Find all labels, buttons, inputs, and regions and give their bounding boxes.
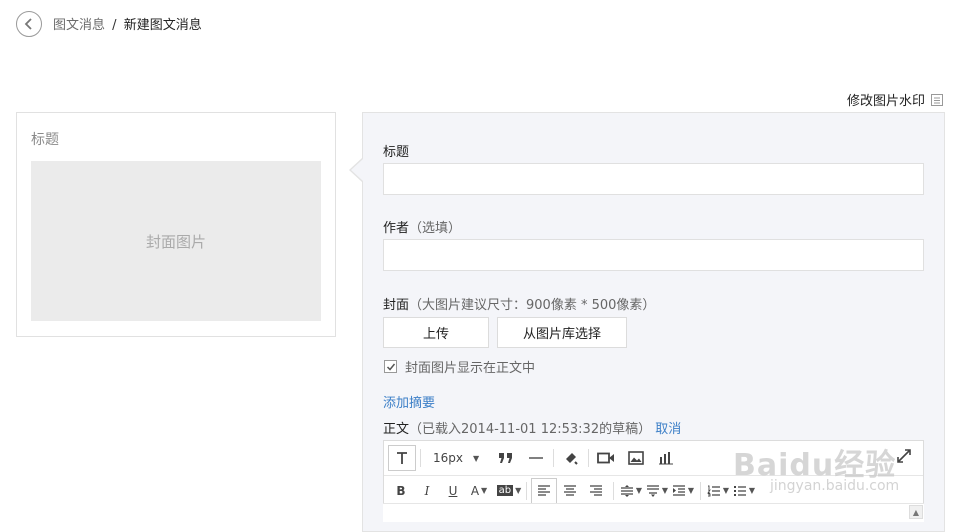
cancel-draft-link[interactable]: 取消	[655, 422, 681, 437]
text-format-icon	[397, 452, 407, 464]
bold-icon: B	[396, 483, 406, 498]
scroll-up-button[interactable]: ▲	[909, 505, 923, 519]
chart-icon	[659, 452, 674, 465]
font-size-select[interactable]: 16px ▼	[425, 445, 487, 471]
align-left-button[interactable]	[531, 477, 557, 504]
author-label: 作者	[383, 221, 410, 236]
breadcrumb-current: 新建图文消息	[123, 18, 202, 33]
insert-video-button[interactable]	[593, 445, 619, 471]
paragraph-spacing-icon	[646, 484, 659, 497]
image-icon	[628, 451, 644, 465]
breadcrumb: 图文消息 / 新建图文消息	[53, 14, 202, 33]
preview-cover-placeholder: 封面图片	[31, 161, 321, 321]
underline-button[interactable]: U	[440, 478, 466, 504]
edit-watermark-link[interactable]: 修改图片水印	[847, 90, 944, 109]
background-color-icon: ab	[496, 485, 514, 496]
breadcrumb-separator: /	[112, 18, 117, 33]
font-color-button[interactable]: A ▼	[466, 478, 492, 504]
paragraph-spacing-button[interactable]: ▼	[644, 478, 670, 504]
video-icon	[597, 452, 615, 464]
checkmark-icon	[386, 363, 395, 371]
select-from-library-button[interactable]: 从图片库选择	[497, 317, 627, 348]
bold-button[interactable]: B	[388, 478, 414, 504]
library-button-label: 从图片库选择	[522, 327, 601, 342]
insert-chart-button[interactable]	[653, 445, 679, 471]
horizontal-rule-button[interactable]	[523, 445, 549, 471]
align-right-icon	[590, 484, 602, 496]
preview-title: 标题	[31, 132, 59, 148]
blockquote-button[interactable]	[493, 445, 519, 471]
add-summary-link[interactable]: 添加摘要	[383, 392, 435, 411]
article-preview-card[interactable]: 标题 封面图片	[16, 112, 336, 337]
author-hint: （选填）	[409, 221, 462, 236]
text-format-button[interactable]	[388, 445, 416, 471]
format-brush-icon	[566, 453, 578, 465]
italic-button[interactable]: I	[414, 478, 440, 504]
horizontal-rule-icon	[529, 457, 544, 459]
cover-label: 封面	[383, 298, 410, 313]
blockquote-icon	[499, 453, 513, 463]
show-cover-checkbox[interactable]	[384, 360, 397, 373]
insert-image-button[interactable]	[623, 445, 649, 471]
body-label: 正文	[383, 422, 410, 437]
toolbar-row-1: 16px ▼	[384, 443, 679, 473]
font-color-icon: A	[470, 483, 480, 498]
show-cover-label: 封面图片显示在正文中	[405, 361, 536, 376]
scroll-up-icon: ▲	[912, 507, 920, 517]
author-input[interactable]	[383, 239, 924, 271]
editor-content-area[interactable]	[383, 503, 924, 522]
expand-icon	[897, 449, 911, 463]
document-icon	[931, 93, 943, 106]
edit-watermark-label: 修改图片水印	[846, 94, 925, 109]
cover-size-hint: （大图片建议尺寸：900像素 * 500像素）	[409, 298, 656, 313]
body-label-row: 正文（已载入2014-11-01 12:53:32的草稿） 取消	[383, 418, 681, 437]
align-center-icon	[564, 484, 576, 496]
align-right-button[interactable]	[583, 478, 609, 504]
title-label: 标题	[383, 145, 410, 160]
baidu-watermark-url: jingyan.baidu.com	[770, 478, 900, 494]
upload-button-label: 上传	[422, 327, 449, 342]
align-left-icon	[538, 484, 550, 496]
background-color-button[interactable]: ab ▼	[496, 478, 522, 504]
upload-button[interactable]: 上传	[383, 317, 489, 348]
indent-icon	[672, 484, 685, 496]
format-brush-button[interactable]	[558, 445, 584, 471]
cover-label-row: 封面（大图片建议尺寸：900像素 * 500像素）	[383, 294, 655, 313]
preview-cover-text: 封面图片	[145, 232, 206, 251]
panel-pointer	[351, 159, 363, 181]
font-size-value: 16px	[433, 451, 463, 465]
italic-icon: I	[424, 483, 430, 498]
line-spacing-button[interactable]: ▼	[618, 478, 644, 504]
back-button[interactable]	[16, 11, 42, 37]
chevron-left-icon	[24, 18, 32, 30]
ordered-list-icon	[707, 485, 720, 496]
align-center-button[interactable]	[557, 478, 583, 504]
underline-icon: U	[448, 483, 458, 498]
fullscreen-button[interactable]	[897, 449, 911, 467]
author-label-row: 作者（选填）	[383, 217, 461, 236]
draft-loaded-hint: （已载入2014-11-01 12:53:32的草稿）	[409, 422, 652, 437]
indent-button[interactable]: ▼	[670, 478, 696, 504]
line-spacing-icon	[620, 484, 633, 497]
title-input[interactable]	[383, 163, 924, 195]
unordered-list-icon	[733, 485, 746, 496]
ordered-list-button[interactable]: ▼	[705, 478, 731, 504]
show-cover-checkbox-row[interactable]: 封面图片显示在正文中	[384, 357, 535, 376]
breadcrumb-parent-link[interactable]: 图文消息	[53, 18, 105, 33]
